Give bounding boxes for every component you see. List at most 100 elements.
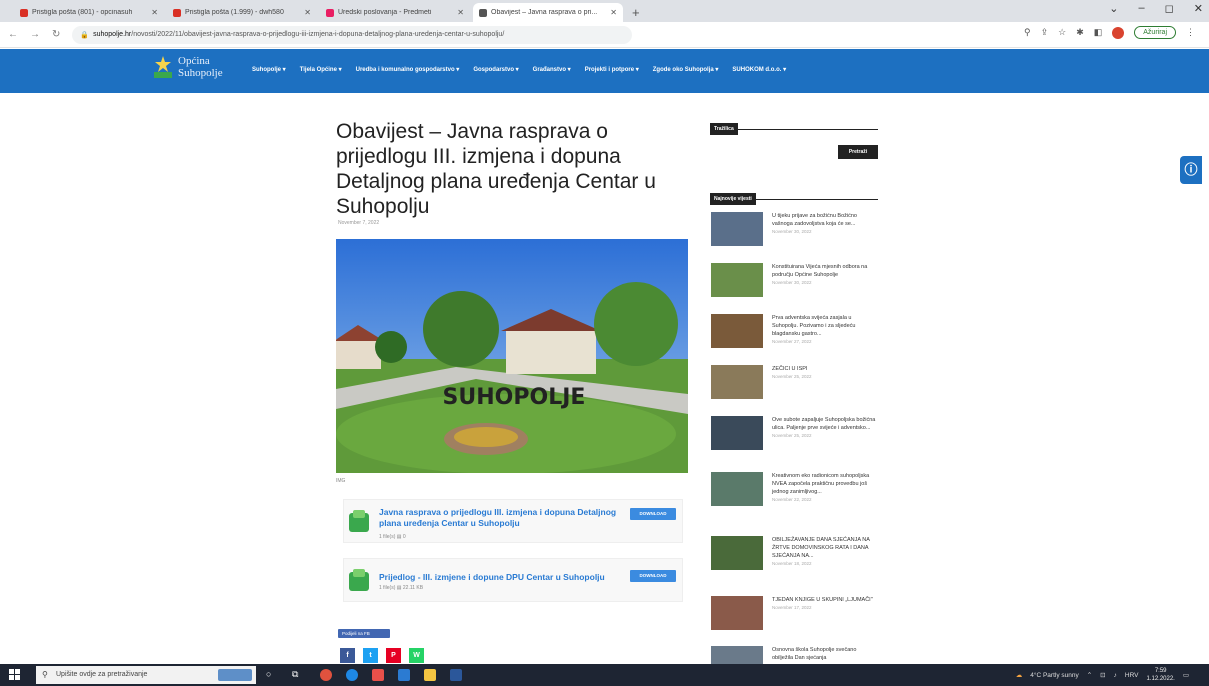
tray-chevron-icon[interactable]: ⌃ <box>1087 671 1092 679</box>
accessibility-icon[interactable]: ⓘ <box>1180 156 1202 184</box>
download-button[interactable]: DOWNLOAD <box>630 570 676 582</box>
browser-tab[interactable]: Pristigla pošta (801) - opcinasuh ✕ <box>14 3 164 22</box>
zoom-icon[interactable]: ⚲ <box>1024 27 1031 38</box>
menu-item[interactable]: Tijela Općine ▾ <box>300 66 342 73</box>
news-date: November 17, 2022 <box>772 605 812 610</box>
close-tab-icon[interactable]: ✕ <box>151 8 158 17</box>
mail-icon[interactable] <box>398 669 410 681</box>
facebook-share-button[interactable]: Podijeli na FB <box>338 629 390 638</box>
search-icon: ⚲ <box>42 670 48 679</box>
download-title[interactable]: Prijedlog - III. izmjene i dopune DPU Ce… <box>379 572 619 583</box>
news-title[interactable]: TJEDAN KNJIGE U SKUPINI „LJUMAČI" <box>772 597 873 603</box>
notifications-icon[interactable]: ▭ <box>1183 671 1189 679</box>
download-button[interactable]: DOWNLOAD <box>630 508 676 520</box>
news-title[interactable]: U tijeku prijave za božićnu Božićno vašn… <box>772 213 857 227</box>
menu-item[interactable]: Projekti i potpore ▾ <box>585 66 639 73</box>
news-thumbnail[interactable] <box>711 416 763 450</box>
news-thumbnail[interactable] <box>711 212 763 246</box>
news-thumbnail[interactable] <box>711 472 763 506</box>
new-tab-button[interactable]: + <box>632 3 640 22</box>
task-view-icon[interactable]: ⧉ <box>292 669 304 681</box>
word-icon[interactable] <box>450 669 462 681</box>
volume-icon[interactable]: ♪ <box>1114 672 1117 679</box>
news-title[interactable]: Prva adventska svijeća zasjala u Suhopol… <box>772 315 855 337</box>
file-explorer-icon[interactable] <box>424 669 436 681</box>
maximize-icon[interactable]: ◻ <box>1165 2 1174 15</box>
download-title[interactable]: Javna rasprava o prijedlogu III. izmjena… <box>379 507 619 529</box>
news-thumbnail[interactable] <box>711 263 763 297</box>
browser-tab[interactable]: Obavijest – Javna rasprava o pri... ✕ <box>473 3 623 22</box>
news-date: November 27, 2022 <box>772 339 812 344</box>
news-thumbnail[interactable] <box>711 365 763 399</box>
extensions-icon[interactable]: ✱ <box>1076 27 1084 38</box>
news-title[interactable]: Ove subote zapaljuje Suhopoljska božićna… <box>772 417 875 431</box>
news-title[interactable]: ZEČICI U ISPI <box>772 366 807 372</box>
news-title[interactable]: Kreativnom eko radionicom suhopoljska NV… <box>772 473 869 495</box>
windows-taskbar: ⚲ Upišite ovdje za pretraživanje ○ ⧉ ☁ 4… <box>0 664 1209 686</box>
news-thumbnail[interactable] <box>711 314 763 348</box>
menu-item[interactable]: Gospodarstvo ▾ <box>473 66 518 73</box>
edge-icon[interactable] <box>346 669 358 681</box>
url-input[interactable]: 🔒 suhopolje.hr /novosti/2022/11/obavijes… <box>72 25 633 44</box>
news-title[interactable]: Konstituirana Vijeća mjesnih odbora na p… <box>772 264 867 278</box>
tab-search-icon[interactable]: ⌄ <box>1109 2 1118 15</box>
forward-icon[interactable]: → <box>30 29 40 40</box>
share-icon[interactable]: ⇪ <box>1041 27 1049 38</box>
close-tab-icon[interactable]: ✕ <box>457 8 464 17</box>
image-caption: IMG <box>336 478 346 484</box>
article-title: Obavijest – Javna rasprava o prijedlogu … <box>336 120 656 218</box>
share-button[interactable]: W <box>409 648 424 663</box>
tab-title: Obavijest – Javna rasprava o pri... <box>491 9 598 16</box>
article-hero-image[interactable]: SUHOPOLJE <box>336 239 688 473</box>
sidepanel-icon[interactable]: ◧ <box>1094 27 1103 38</box>
update-button[interactable]: Ažuriraj <box>1134 26 1176 39</box>
news-thumbnail[interactable] <box>711 596 763 630</box>
profile-avatar[interactable] <box>1112 26 1125 39</box>
download-meta: 1 file(s) ▤ 22.11 KB <box>379 585 424 591</box>
news-title[interactable]: Osnovna škola Suhopolje svečano obilježi… <box>772 647 856 661</box>
news-title[interactable]: OBILJEŽAVANJE DANA SJEĆANJA NA ŽRTVE DOM… <box>772 537 870 559</box>
menu-item[interactable]: SUHOKOM d.o.o. ▾ <box>732 66 786 73</box>
app-icon[interactable] <box>372 669 384 681</box>
widgets-icon[interactable] <box>218 669 252 681</box>
chrome-icon[interactable] <box>320 669 332 681</box>
menu-item[interactable]: Zgode oko Suhopolja ▾ <box>653 66 719 73</box>
coat-of-arms-icon <box>154 56 172 78</box>
clock-time: 7:59 <box>1154 668 1167 674</box>
menu-item[interactable]: Građanstvo ▾ <box>533 66 571 73</box>
cortana-icon[interactable]: ○ <box>266 669 278 681</box>
menu-item[interactable]: Uredba i komunalno gospodarstvo ▾ <box>356 66 460 73</box>
menu-kebab-icon[interactable]: ⋮ <box>1186 27 1195 38</box>
browser-tab[interactable]: Pristigla pošta (1.999) - dwh580 ✕ <box>167 3 317 22</box>
tab-title: Pristigla pošta (1.999) - dwh580 <box>185 9 284 16</box>
minimize-icon[interactable]: – <box>1139 2 1145 15</box>
share-button[interactable]: t <box>363 648 378 663</box>
download-meta: 1 file(s) ▤ 0 <box>379 534 406 540</box>
news-thumbnail[interactable] <box>711 536 763 570</box>
browser-tab[interactable]: Uredski poslovanja - Predmeti ✕ <box>320 3 470 22</box>
share-button[interactable]: P <box>386 648 401 663</box>
site-logo[interactable]: Općina Suhopolje <box>152 54 223 80</box>
windows-start-icon[interactable] <box>9 669 20 680</box>
reload-icon[interactable]: ↻ <box>52 29 60 40</box>
logo-line-1: Općina <box>178 55 210 67</box>
tab-favicon-icon <box>173 8 181 17</box>
close-window-icon[interactable]: ✕ <box>1194 2 1203 15</box>
share-button[interactable]: f <box>340 648 355 663</box>
clock[interactable]: 7:59 1.12.2022. <box>1146 667 1174 683</box>
network-icon[interactable]: ⊡ <box>1100 671 1105 679</box>
menu-item[interactable]: Suhopolje ▾ <box>252 66 286 73</box>
back-icon[interactable]: ← <box>8 29 18 40</box>
download-box-1: Javna rasprava o prijedlogu III. izmjena… <box>343 499 683 543</box>
news-date: November 25, 2022 <box>772 433 812 438</box>
bookmark-star-icon[interactable]: ☆ <box>1058 27 1066 38</box>
close-tab-icon[interactable]: ✕ <box>610 8 617 17</box>
latest-news-heading: Najnovije vijesti <box>710 187 878 205</box>
language-indicator[interactable]: HRV <box>1125 672 1139 679</box>
sidebar-search-button[interactable]: Pretraži <box>838 145 878 159</box>
sidebar-search-input[interactable] <box>710 146 838 160</box>
weather-text[interactable]: 4°C Partly sunny <box>1030 672 1078 679</box>
close-tab-icon[interactable]: ✕ <box>304 8 311 17</box>
tab-favicon-icon <box>326 8 334 17</box>
file-download-icon <box>349 569 369 591</box>
